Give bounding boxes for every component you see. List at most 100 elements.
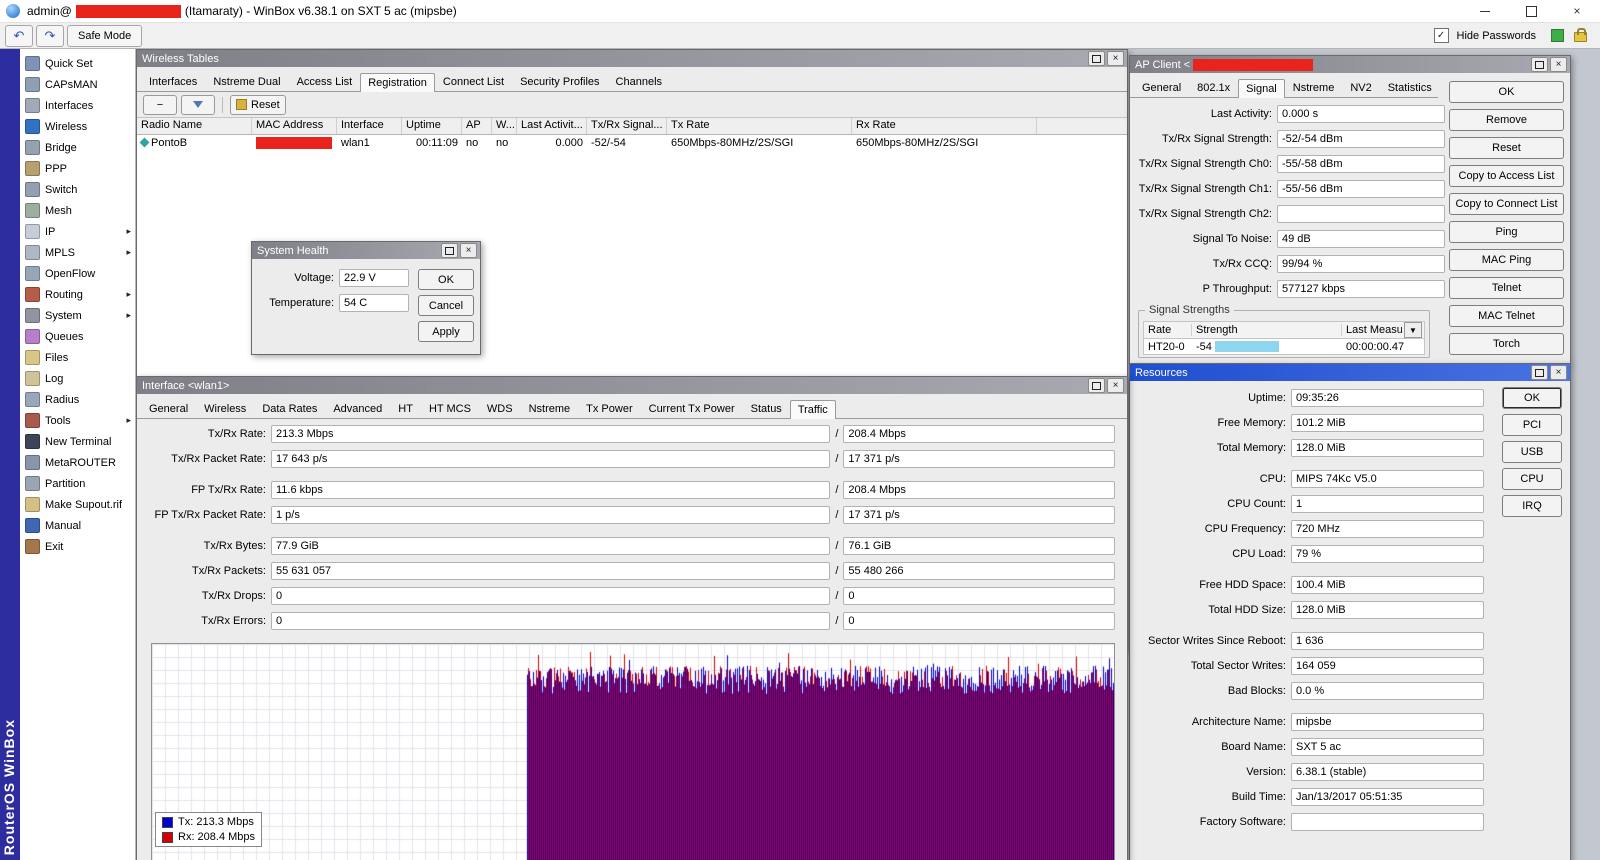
value-box[interactable]: 128.0 MiB <box>1291 601 1484 619</box>
maximize-icon[interactable] <box>1531 365 1548 380</box>
sidebar-item[interactable]: Wireless <box>20 116 135 137</box>
safe-mode-button[interactable]: Safe Mode <box>67 25 142 47</box>
tab[interactable]: Data Rates <box>254 399 325 418</box>
sidebar-item[interactable]: Log <box>20 368 135 389</box>
ap-client-titlebar[interactable]: AP Client < × <box>1130 56 1570 73</box>
value-box[interactable]: -55/-58 dBm <box>1277 155 1445 173</box>
tx-value-box[interactable]: 0 <box>271 612 830 630</box>
column-header[interactable]: Tx/Rx Signal... <box>587 118 667 134</box>
remove-button[interactable]: − <box>143 95 177 115</box>
tab[interactable]: WDS <box>479 399 521 418</box>
wireless-tables-titlebar[interactable]: Wireless Tables × <box>137 50 1127 67</box>
tab[interactable]: Status <box>743 399 790 418</box>
sidebar-item[interactable]: Switch <box>20 179 135 200</box>
tab[interactable]: Interfaces <box>141 72 205 91</box>
filter-button[interactable] <box>181 95 215 115</box>
rx-value-box[interactable]: 55 480 266 <box>843 562 1115 580</box>
tx-value-box[interactable]: 11.6 kbps <box>271 481 830 499</box>
sidebar-item[interactable]: Partition <box>20 473 135 494</box>
sidebar-item[interactable]: Interfaces <box>20 95 135 116</box>
value-box[interactable]: 0.000 s <box>1277 105 1445 123</box>
tab[interactable]: 802.1x <box>1189 78 1238 97</box>
column-header-strength[interactable]: Strength <box>1192 324 1342 336</box>
action-button[interactable]: Telnet <box>1449 277 1564 299</box>
tab[interactable]: Current Tx Power <box>641 399 743 418</box>
tab[interactable]: Channels <box>608 72 670 91</box>
sidebar-item[interactable]: New Terminal <box>20 431 135 452</box>
sidebar-item[interactable]: Radius <box>20 389 135 410</box>
sidebar-item[interactable]: Files <box>20 347 135 368</box>
column-header[interactable]: Interface <box>337 118 402 134</box>
action-button[interactable]: Copy to Access List <box>1449 165 1564 187</box>
maximize-icon[interactable] <box>441 243 458 258</box>
ok-button[interactable]: OK <box>418 269 474 290</box>
value-box[interactable] <box>1277 205 1445 223</box>
tab[interactable]: Access List <box>289 72 361 91</box>
sidebar-item[interactable]: Tools ▸ <box>20 410 135 431</box>
value-box[interactable]: 0.0 % <box>1291 682 1484 700</box>
tab[interactable]: General <box>141 399 196 418</box>
sidebar-item[interactable]: Exit <box>20 536 135 557</box>
signal-strengths-row[interactable]: HT20-0 -54 00:00:00.47 <box>1143 339 1425 355</box>
action-button[interactable]: IRQ <box>1502 495 1562 517</box>
tab[interactable]: Security Profiles <box>512 72 607 91</box>
value-box[interactable]: SXT 5 ac <box>1291 738 1484 756</box>
value-box[interactable] <box>1291 813 1484 831</box>
tx-value-box[interactable]: 55 631 057 <box>271 562 830 580</box>
sidebar-item[interactable]: CAPsMAN <box>20 74 135 95</box>
tab[interactable]: General <box>1134 78 1189 97</box>
close-button[interactable]: × <box>1554 0 1600 22</box>
resources-titlebar[interactable]: Resources × <box>1130 364 1570 381</box>
value-box[interactable]: 1 636 <box>1291 632 1484 650</box>
tab[interactable]: Wireless <box>196 399 254 418</box>
apply-button[interactable]: Apply <box>418 321 474 342</box>
system-health-titlebar[interactable]: System Health × <box>252 242 480 259</box>
maximize-icon[interactable] <box>1531 57 1548 72</box>
value-box[interactable]: 100.4 MiB <box>1291 576 1484 594</box>
column-header[interactable]: AP <box>462 118 492 134</box>
tab[interactable]: Statistics <box>1380 78 1440 97</box>
value-box[interactable]: -55/-56 dBm <box>1277 180 1445 198</box>
column-header[interactable]: Last Activit... <box>517 118 587 134</box>
action-button[interactable]: OK <box>1449 81 1564 103</box>
sidebar-item[interactable]: Make Supout.rif <box>20 494 135 515</box>
dropdown-button[interactable]: ▼ <box>1404 322 1422 338</box>
tab[interactable]: Nstreme <box>521 399 579 418</box>
interface-titlebar[interactable]: Interface <wlan1> × <box>137 377 1127 394</box>
column-header[interactable]: Tx Rate <box>667 118 852 134</box>
value-box[interactable]: 1 <box>1291 495 1484 513</box>
tab[interactable]: NV2 <box>1342 78 1379 97</box>
tab[interactable]: HT <box>390 399 421 418</box>
registration-table-row[interactable]: PontoB wlan1 00:11:09 no no 0.000 -52/-5… <box>137 135 1127 150</box>
tx-value-box[interactable]: 213.3 Mbps <box>271 425 830 443</box>
sidebar-item[interactable]: System ▸ <box>20 305 135 326</box>
rx-value-box[interactable]: 0 <box>843 587 1115 605</box>
action-button[interactable]: Reset <box>1449 137 1564 159</box>
app-titlebar[interactable]: admin@ (Itamaraty) - WinBox v6.38.1 on S… <box>0 0 1600 23</box>
value-box[interactable]: -52/-54 dBm <box>1277 130 1445 148</box>
value-box[interactable]: Jan/13/2017 05:51:35 <box>1291 788 1484 806</box>
tx-value-box[interactable]: 1 p/s <box>271 506 830 524</box>
value-box[interactable]: 720 MHz <box>1291 520 1484 538</box>
sidebar-item[interactable]: Quick Set <box>20 53 135 74</box>
maximize-icon[interactable] <box>1088 378 1105 393</box>
action-button[interactable]: MAC Telnet <box>1449 305 1564 327</box>
reset-button[interactable]: Reset <box>230 95 286 115</box>
close-icon[interactable]: × <box>1550 57 1567 72</box>
tab[interactable]: Signal <box>1238 79 1285 98</box>
column-header[interactable]: Radio Name <box>137 118 252 134</box>
column-header-rate[interactable]: Rate <box>1144 324 1192 336</box>
value-box[interactable]: 09:35:26 <box>1291 389 1484 407</box>
action-button[interactable]: Torch <box>1449 333 1564 355</box>
tab[interactable]: HT MCS <box>421 399 479 418</box>
value-box[interactable]: MIPS 74Kc V5.0 <box>1291 470 1484 488</box>
rx-value-box[interactable]: 0 <box>843 612 1115 630</box>
undo-button[interactable]: ↶ <box>5 25 33 47</box>
close-icon[interactable]: × <box>1550 365 1567 380</box>
value-box[interactable]: 49 dB <box>1277 230 1445 248</box>
value-box[interactable]: 128.0 MiB <box>1291 439 1484 457</box>
value-box[interactable]: 101.2 MiB <box>1291 414 1484 432</box>
sidebar-item[interactable]: PPP <box>20 158 135 179</box>
sidebar-item[interactable]: Mesh <box>20 200 135 221</box>
tx-value-box[interactable]: 77.9 GiB <box>271 537 830 555</box>
